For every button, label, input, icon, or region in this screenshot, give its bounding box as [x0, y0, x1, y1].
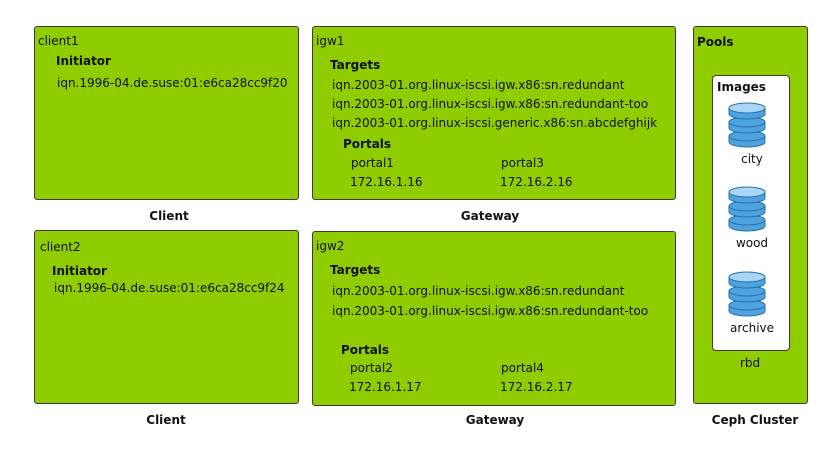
- igw1-portals-label: Portals: [343, 137, 392, 151]
- igw2-name: igw2: [316, 239, 345, 253]
- igw1-portal-ip: 172.16.2.16: [500, 175, 573, 189]
- image-name: city: [741, 152, 763, 166]
- igw2-caption: Gateway: [465, 413, 525, 427]
- client2-caption: Client: [146, 413, 186, 427]
- database-icon: [728, 186, 766, 232]
- cluster-caption: Ceph Cluster: [711, 413, 799, 427]
- igw2-portal-ip: 172.16.1.17: [349, 380, 422, 394]
- igw1-portal-ip: 172.16.1.16: [350, 175, 423, 189]
- database-icon: [728, 102, 766, 148]
- igw1-targets-label: Targets: [330, 58, 381, 72]
- igw1-target: iqn.2003-01.org.linux-iscsi.igw.x86:sn.r…: [332, 97, 649, 111]
- pools-box: Pools Images city wood archive rbd: [693, 26, 808, 404]
- database-icon: [728, 271, 766, 317]
- igw2-box: igw2 Targets iqn.2003-01.org.linux-iscsi…: [312, 231, 676, 406]
- images-label: Images: [717, 80, 766, 94]
- client2-iqn: iqn.1996-04.de.suse:01:e6ca28cc9f24: [54, 281, 285, 295]
- igw2-portal-name: portal2: [350, 361, 393, 375]
- client2-name: client2: [40, 240, 81, 254]
- igw1-box: igw1 Targets iqn.2003-01.org.linux-iscsi…: [312, 26, 676, 200]
- image-name: archive: [729, 321, 775, 335]
- igw1-target: iqn.2003-01.org.linux-iscsi.generic.x86:…: [332, 116, 658, 130]
- client1-iqn: iqn.1996-04.de.suse:01:e6ca28cc9f20: [57, 76, 288, 90]
- client1-box: client1 Initiator iqn.1996-04.de.suse:01…: [34, 26, 299, 200]
- client1-name: client1: [38, 34, 79, 48]
- igw1-portal-name: portal3: [501, 156, 544, 170]
- igw2-targets-label: Targets: [330, 263, 381, 277]
- igw2-portals-label: Portals: [341, 343, 390, 357]
- igw2-target: iqn.2003-01.org.linux-iscsi.igw.x86:sn.r…: [332, 304, 649, 318]
- pools-label: Pools: [697, 35, 734, 49]
- client1-initiator-label: Initiator: [56, 54, 111, 68]
- igw2-portal-ip: 172.16.2.17: [500, 380, 573, 394]
- igw1-caption: Gateway: [460, 209, 520, 223]
- client2-initiator-label: Initiator: [52, 264, 107, 278]
- igw1-target: iqn.2003-01.org.linux-iscsi.igw.x86:sn.r…: [332, 78, 625, 92]
- igw1-portal-name: portal1: [351, 156, 394, 170]
- igw2-portal-name: portal4: [501, 361, 544, 375]
- image-name: wood: [735, 236, 769, 250]
- images-box: Images city wood archive: [712, 75, 790, 351]
- client1-caption: Client: [149, 209, 189, 223]
- igw1-name: igw1: [316, 34, 345, 48]
- igw2-target: iqn.2003-01.org.linux-iscsi.igw.x86:sn.r…: [332, 284, 625, 298]
- client2-box: client2 Initiator iqn.1996-04.de.suse:01…: [34, 230, 299, 404]
- pool-name: rbd: [740, 356, 761, 370]
